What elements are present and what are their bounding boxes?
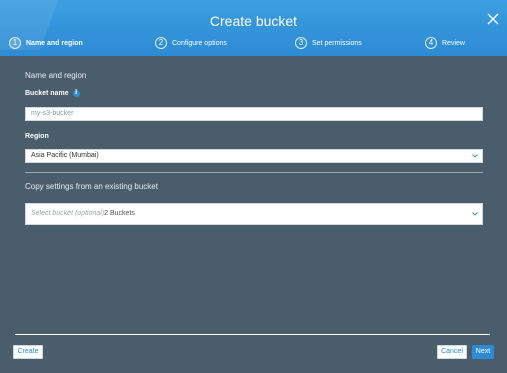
region-value: Asia Pacific (Mumbai) (31, 152, 99, 159)
region-label: Region (25, 133, 49, 140)
step-label: Review (442, 39, 465, 47)
step-review[interactable]: 4 Review (425, 37, 465, 49)
bucket-count: 2 Buckets (104, 210, 135, 217)
next-button[interactable]: Next (472, 345, 494, 359)
step-label: Name and region (26, 39, 83, 47)
modal-body: Name and region Bucket name my-s3-bucker… (0, 56, 507, 373)
footer-divider (15, 334, 490, 335)
chevron-down-icon (472, 154, 478, 158)
create-bucket-modal: Create bucket 1 Name and region 2 Config… (0, 0, 507, 373)
close-icon[interactable] (485, 11, 501, 27)
copy-settings-select[interactable]: Select bucket (optional)2 Buckets (25, 203, 483, 225)
bucket-name-label: Bucket name (25, 89, 80, 97)
step-configure-options[interactable]: 2 Configure options (155, 37, 227, 49)
step-number: 4 (425, 37, 437, 49)
chevron-down-icon (472, 212, 478, 216)
step-set-permissions[interactable]: 3 Set permissions (295, 37, 362, 49)
step-number: 1 (9, 37, 21, 49)
info-icon[interactable] (72, 89, 80, 97)
step-number: 3 (295, 37, 307, 49)
step-number: 2 (155, 37, 167, 49)
copy-settings-placeholder: Select bucket (optional) (31, 210, 105, 217)
modal-header: Create bucket 1 Name and region 2 Config… (0, 0, 507, 56)
divider (25, 172, 483, 173)
modal-title: Create bucket (209, 13, 298, 29)
region-select[interactable]: Asia Pacific (Mumbai) (25, 149, 483, 163)
copy-settings-title: Copy settings from an existing bucket (25, 182, 158, 191)
bucket-name-input[interactable]: my-s3-bucker (25, 107, 483, 121)
wizard-steps: 1 Name and region 2 Configure options 3 … (0, 37, 507, 53)
cancel-button[interactable]: Cancel (437, 345, 467, 359)
create-button[interactable]: Create (13, 345, 43, 359)
bucket-name-label-text: Bucket name (25, 90, 69, 97)
section-title: Name and region (25, 71, 87, 80)
step-name-and-region[interactable]: 1 Name and region (9, 37, 83, 49)
step-label: Set permissions (312, 39, 362, 47)
step-label: Configure options (172, 39, 227, 47)
